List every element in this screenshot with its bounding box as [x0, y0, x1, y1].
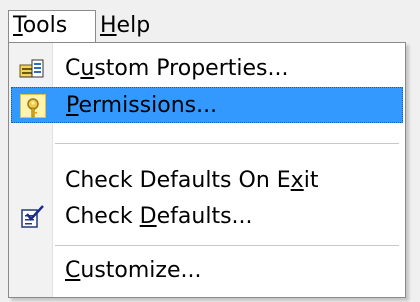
menu-separator — [55, 245, 399, 247]
menu-item-label: Custom Properties... — [65, 56, 289, 81]
menu-item-label: Customize... — [65, 258, 202, 283]
tools-dropdown-menu: Custom Properties... Permissions... Chec… — [8, 42, 406, 298]
menu-item-label: Check Defaults... — [65, 204, 253, 229]
menu-separator — [55, 143, 399, 145]
menu-item-check-defaults-on-exit[interactable]: Check Defaults On Exit — [11, 163, 403, 199]
menu-item-label: Permissions... — [66, 93, 218, 118]
menu-item-customize[interactable]: Customize... — [11, 253, 403, 289]
menu-bar: Tools Help — [0, 0, 420, 42]
menu-help-label: elp — [116, 13, 151, 38]
key-icon — [20, 94, 46, 118]
menu-tools[interactable]: Tools — [8, 10, 96, 42]
menu-help-mnemonic: H — [100, 13, 117, 38]
menu-item-check-defaults[interactable]: Check Defaults... — [11, 199, 403, 235]
properties-icon — [19, 57, 45, 81]
menu-item-permissions[interactable]: Permissions... — [11, 87, 403, 123]
menu-tools-mnemonic: T — [13, 13, 23, 38]
menu-help[interactable]: Help — [96, 12, 156, 40]
menu-tools-label: ools — [22, 13, 68, 38]
check-document-icon — [19, 205, 45, 229]
menu-item-custom-properties[interactable]: Custom Properties... — [11, 51, 403, 87]
menu-item-label: Check Defaults On Exit — [65, 168, 319, 193]
